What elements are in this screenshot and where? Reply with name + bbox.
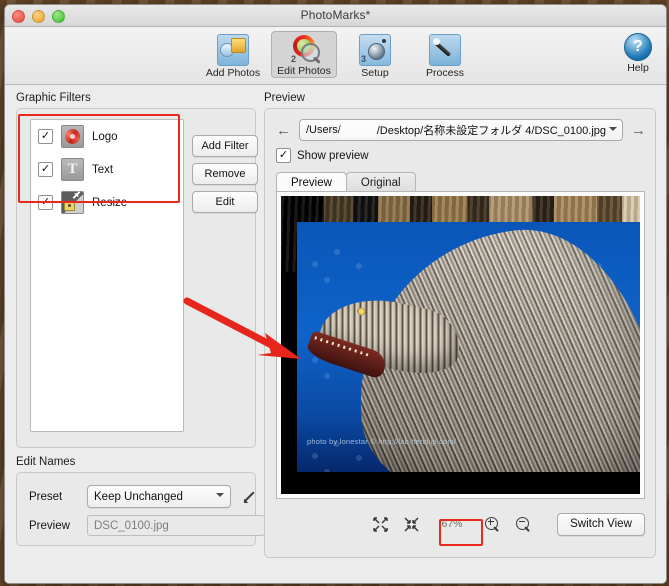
main-toolbar: Add Photos 2 Edit Photos 3 Setup Process [5,27,666,85]
toolbar-item-setup[interactable]: 3 Setup [343,31,407,80]
edit-photos-icon: 2 [289,34,321,64]
right-column: Preview ← /Users/ /Desktop/名称未設定フォルダ 4/DS… [264,92,656,558]
toolbar-label-process: Process [426,67,464,79]
edit-filter-button[interactable]: Edit [192,191,258,213]
text-filter-icon: T [61,158,84,181]
graphic-filters-list[interactable]: ✓ Logo ✓ T Text ✓ Resize [30,119,184,432]
filter-row-resize[interactable]: ✓ Resize [31,186,183,219]
filter-row-logo[interactable]: ✓ Logo [31,120,183,153]
show-preview-text: Show preview [297,149,369,162]
graphic-filters-label: Graphic Filters [16,92,91,104]
path-row: ← /Users/ /Desktop/名称未設定フォルダ 4/DSC_0100.j… [276,119,646,141]
file-path-suffix: /Desktop/名称未設定フォルダ 4/DSC_0100.jpg [376,125,606,137]
toolbar-label-help: Help [627,62,649,74]
filter-label-logo: Logo [92,130,118,143]
preview-panel: ← /Users/ /Desktop/名称未設定フォルダ 4/DSC_0100.j… [264,108,656,558]
window-title: PhotoMarks* [300,8,371,22]
file-path-prefix: /Users/ [306,124,341,136]
help-icon: ? [624,33,652,61]
preview-toolbar: 67% Switch View [276,507,645,541]
watermarked-photo: photo by lonestar © http://lab.hendigi.c… [297,222,640,472]
toolbar-item-add-photos[interactable]: Add Photos [201,31,265,80]
toolbar-label-setup: Setup [361,67,389,79]
preset-value: Keep Unchanged [94,490,183,503]
edit-names-label: Edit Names [16,456,76,468]
tab-preview[interactable]: Preview [276,172,347,193]
forward-arrow-icon[interactable]: → [631,123,646,138]
fit-to-window-icon[interactable] [373,516,388,532]
edit-pencil-icon[interactable] [241,489,257,505]
toolbar-item-help[interactable]: ? Help [624,33,652,74]
title-bar: PhotoMarks* [5,5,666,27]
show-preview-checkbox[interactable]: ✓ [276,148,291,163]
filter-checkbox-resize[interactable]: ✓ [38,195,53,210]
switch-view-button[interactable]: Switch View [557,512,645,536]
filter-row-text[interactable]: ✓ T Text [31,153,183,186]
preset-select[interactable]: Keep Unchanged [87,485,231,508]
filter-label-resize: Resize [92,196,128,209]
chevron-down-icon [609,127,617,135]
zoom-level-field[interactable]: 67% [435,516,469,533]
graphic-filters-panel: ✓ Logo ✓ T Text ✓ Resize Add Filter Remo… [16,108,258,448]
name-preview-label: Preview [29,519,70,532]
photo-credit-watermark: photo by lonestar © http://lab.hendigi.c… [307,437,457,446]
name-preview-field: DSC_0100.jpg [87,515,265,536]
preview-group-label: Preview [264,92,305,104]
resize-filter-icon [61,191,84,214]
fit-expand-icon[interactable] [404,516,419,532]
preset-label: Preset [29,490,63,503]
add-photos-icon [217,34,249,66]
tab-original[interactable]: Original [345,172,416,193]
toolbar-item-process[interactable]: Process [413,31,477,80]
filter-checkbox-text[interactable]: ✓ [38,162,53,177]
zoom-in-icon[interactable] [485,516,500,532]
app-window: PhotoMarks* Add Photos 2 Edit Photos 3 S… [4,4,667,584]
zoom-controls: 67% [373,516,531,533]
remove-filter-button[interactable]: Remove [192,163,258,185]
toolbar-label-edit-photos: Edit Photos [277,65,331,77]
logo-filter-icon [61,125,84,148]
name-preview-row: Preview DSC_0100.jpg [29,515,265,536]
content-area: Graphic Filters ✓ Logo ✓ T Text ✓ Resize… [5,85,666,583]
show-preview-row[interactable]: ✓ Show preview [276,148,369,163]
add-filter-button[interactable]: Add Filter [192,135,258,157]
show-preview-label: Show preview [297,150,369,162]
preset-row: Preset Keep Unchanged [29,485,257,508]
zoom-out-icon[interactable] [516,516,531,532]
toolbar-item-edit-photos[interactable]: 2 Edit Photos [271,31,337,78]
preview-canvas-frame: photo by lonestar © http://lab.hendigi.c… [276,191,645,499]
filter-label-text: Text [92,163,114,176]
filter-checkbox-logo[interactable]: ✓ [38,129,53,144]
process-icon [429,34,461,66]
setup-icon: 3 [359,34,391,66]
filter-actions: Add Filter Remove Edit [192,135,258,213]
preview-tabs: Preview Original [276,172,416,193]
back-arrow-icon[interactable]: ← [276,123,291,138]
redacted-username [341,124,376,136]
file-path-field[interactable]: /Users/ /Desktop/名称未設定フォルダ 4/DSC_0100.jpg [299,119,623,141]
left-column: Graphic Filters ✓ Logo ✓ T Text ✓ Resize… [16,92,265,546]
preview-image[interactable]: photo by lonestar © http://lab.hendigi.c… [281,196,640,494]
toolbar-label-add-photos: Add Photos [205,67,261,79]
edit-names-panel: Preset Keep Unchanged Preview DSC_0100.j… [16,472,265,546]
chevron-down-icon [216,493,224,501]
